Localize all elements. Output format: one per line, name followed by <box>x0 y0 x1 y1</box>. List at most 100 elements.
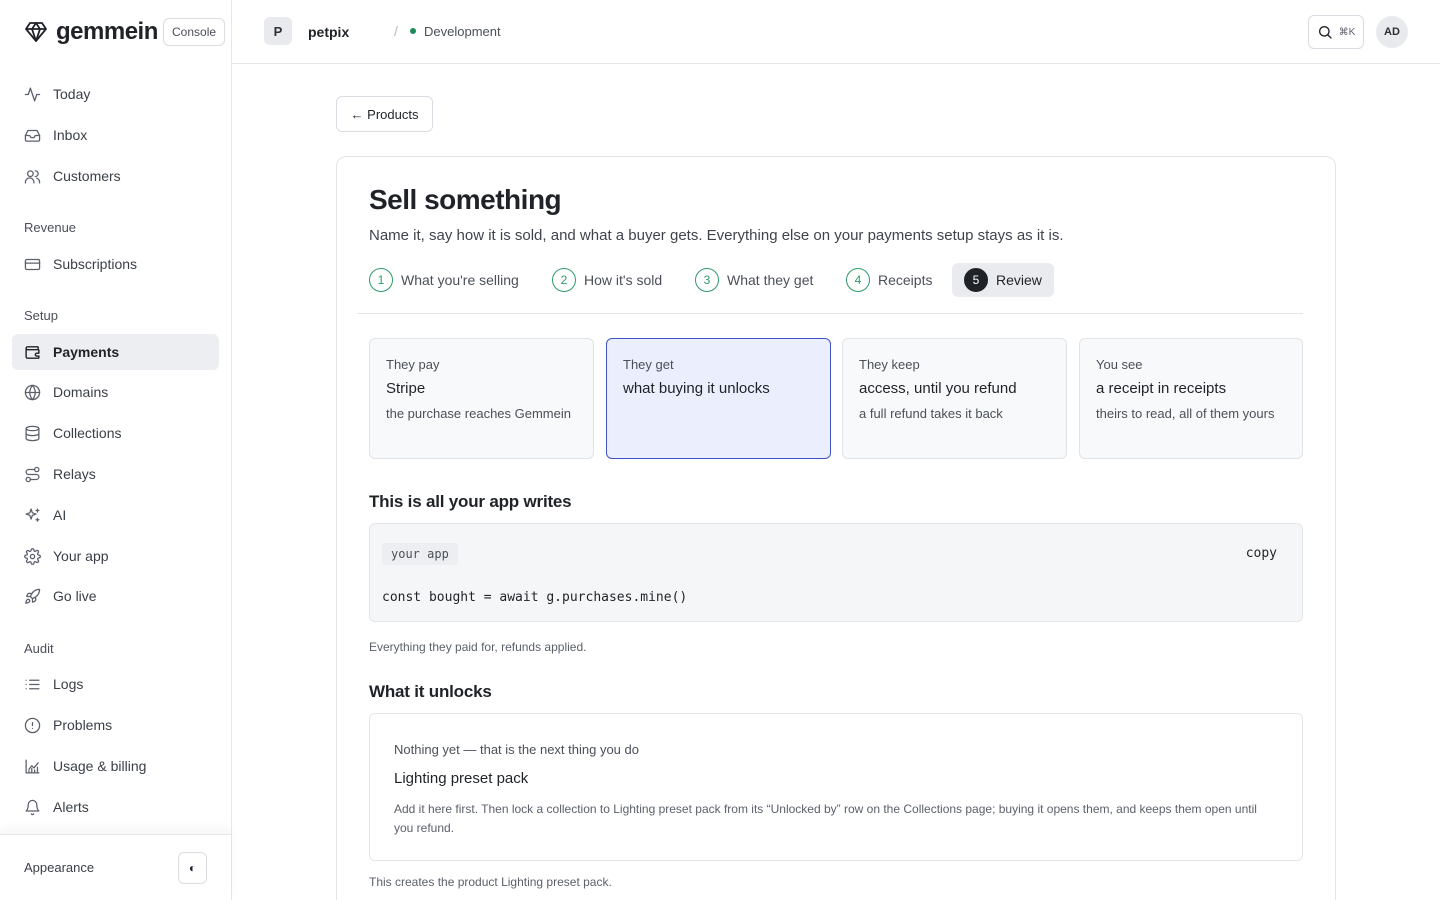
code-block: your app copy const bought = await g.pur… <box>369 523 1303 622</box>
project-name[interactable]: petpix <box>308 24 349 40</box>
summary-description: theirs to read, all of them yours <box>1096 406 1275 421</box>
user-avatar[interactable]: AD <box>1376 16 1408 48</box>
environment-status-dot <box>410 28 416 34</box>
gem-icon <box>24 20 48 44</box>
globe-icon <box>24 384 41 401</box>
nav-item-label: Customers <box>53 168 121 184</box>
summary-card-they-keep: They keep access, until you refund a ful… <box>842 338 1067 459</box>
summary-card-they-get[interactable]: They get what buying it unlocks <box>606 338 831 459</box>
nav-item-ai[interactable]: AI <box>12 497 219 533</box>
back-to-products-button[interactable]: ← Products <box>336 96 433 132</box>
copy-button[interactable]: copy <box>1246 546 1277 561</box>
nav-item-usage-billing[interactable]: Usage & billing <box>12 748 219 784</box>
brand-name: gemmein <box>56 18 158 45</box>
nav-item-relays[interactable]: Relays <box>12 456 219 492</box>
project-avatar[interactable]: P <box>264 17 292 45</box>
nav-item-label: Payments <box>53 344 120 360</box>
unlock-product-name: Lighting preset pack <box>394 770 529 787</box>
nav-item-label: Your app <box>53 548 109 564</box>
nav-item-domains[interactable]: Domains <box>12 374 219 410</box>
summary-card-they-pay: They pay Stripe the purchase reaches Gem… <box>369 338 594 459</box>
nav-item-alerts[interactable]: Alerts <box>12 789 219 825</box>
step-review[interactable]: 5 Review <box>952 263 1054 297</box>
sparkles-icon <box>24 507 41 524</box>
search-icon <box>1317 24 1333 40</box>
unlock-description: Add it here first. Then lock a collectio… <box>394 802 1257 835</box>
nav-item-label: Problems <box>53 717 113 733</box>
summary-key: You see <box>1096 357 1143 372</box>
nav-item-payments[interactable]: Payments <box>12 334 219 370</box>
divider <box>357 313 1303 314</box>
code-section-heading: This is all your app writes <box>369 492 572 511</box>
nav-item-your-app[interactable]: Your app <box>12 538 219 574</box>
step-label: What you're selling <box>401 272 519 288</box>
nav-item-label: Logs <box>53 676 84 692</box>
step-label: How it's sold <box>584 272 663 288</box>
search-shortcut: ⌘K <box>1338 26 1356 38</box>
step-number: 4 <box>846 268 870 292</box>
step-number: 1 <box>369 268 393 292</box>
sidebar: gemmein Console Today Inbox Customers Re… <box>0 0 232 900</box>
summary-description: a full refund takes it back <box>859 406 1003 421</box>
route-icon <box>24 466 41 483</box>
nav-section-setup: Setup <box>24 308 58 323</box>
top-bar: P petpix / Development ⌘K AD <box>232 0 1440 64</box>
page-subtitle: Name it, say how it is sold, and what a … <box>369 227 1064 244</box>
step-what-they-get[interactable]: 3 What they get <box>695 263 813 297</box>
breadcrumb-separator: / <box>394 23 398 39</box>
summary-value: what buying it unlocks <box>623 380 770 397</box>
appearance-label: Appearance <box>24 860 95 875</box>
nav-item-label: Domains <box>53 384 109 400</box>
list-icon <box>24 676 41 693</box>
inbox-icon <box>24 127 41 144</box>
nav-item-today[interactable]: Today <box>12 76 219 112</box>
summary-key: They get <box>623 357 674 372</box>
code-file-tag: your app <box>382 543 458 565</box>
step-number: 3 <box>695 268 719 292</box>
settings-icon <box>24 547 41 565</box>
nav-item-label: Go live <box>53 588 97 604</box>
step-label: Review <box>996 272 1042 288</box>
summary-value: a receipt in receipts <box>1096 380 1227 397</box>
nav-item-label: Usage & billing <box>53 758 147 774</box>
step-how-its-sold[interactable]: 2 How it's sold <box>552 263 662 297</box>
unlock-status: Nothing yet — that is the next thing you… <box>394 742 639 757</box>
contrast-icon: ◐ <box>188 861 197 875</box>
nav-item-customers[interactable]: Customers <box>12 158 219 194</box>
step-what-youre-selling[interactable]: 1 What you're selling <box>369 263 519 297</box>
nav-item-subscriptions[interactable]: Subscriptions <box>12 246 219 282</box>
unlock-box: Nothing yet — that is the next thing you… <box>369 713 1303 861</box>
step-label: What they get <box>727 272 814 288</box>
code-note: Everything they paid for, refunds applie… <box>369 640 587 654</box>
step-label: Receipts <box>878 272 933 288</box>
nav-item-label: Inbox <box>53 127 88 143</box>
nav-item-logs[interactable]: Logs <box>12 666 219 702</box>
theme-toggle-button[interactable]: ◐ <box>178 852 207 884</box>
unlock-section-heading: What it unlocks <box>369 682 492 701</box>
environment-name[interactable]: Development <box>424 24 501 39</box>
console-badge: Console <box>163 18 226 46</box>
step-number: 2 <box>552 268 576 292</box>
bar-chart-icon <box>24 758 41 775</box>
nav-item-label: Collections <box>53 425 122 441</box>
summary-key: They keep <box>859 357 920 372</box>
nav-item-label: Alerts <box>53 799 89 815</box>
bell-icon <box>24 799 41 816</box>
activity-icon <box>24 86 41 103</box>
nav-item-inbox[interactable]: Inbox <box>12 117 219 153</box>
nav-item-problems[interactable]: Problems <box>12 707 219 743</box>
nav-item-label: Today <box>53 86 91 102</box>
nav-section-audit: Audit <box>24 641 54 656</box>
search-button[interactable]: ⌘K <box>1308 15 1364 49</box>
nav-item-go-live[interactable]: Go live <box>12 578 219 614</box>
nav-item-collections[interactable]: Collections <box>12 415 219 451</box>
page-title: Sell something <box>369 184 562 215</box>
summary-key: They pay <box>386 357 440 372</box>
step-receipts[interactable]: 4 Receipts <box>846 263 932 297</box>
brand-logo[interactable]: gemmein <box>24 18 158 46</box>
wallet-icon <box>24 344 41 361</box>
creates-product-note: This creates the product Lighting preset… <box>369 875 612 889</box>
rocket-icon <box>24 588 41 605</box>
step-number: 5 <box>964 268 988 292</box>
nav-item-label: Relays <box>53 466 96 482</box>
